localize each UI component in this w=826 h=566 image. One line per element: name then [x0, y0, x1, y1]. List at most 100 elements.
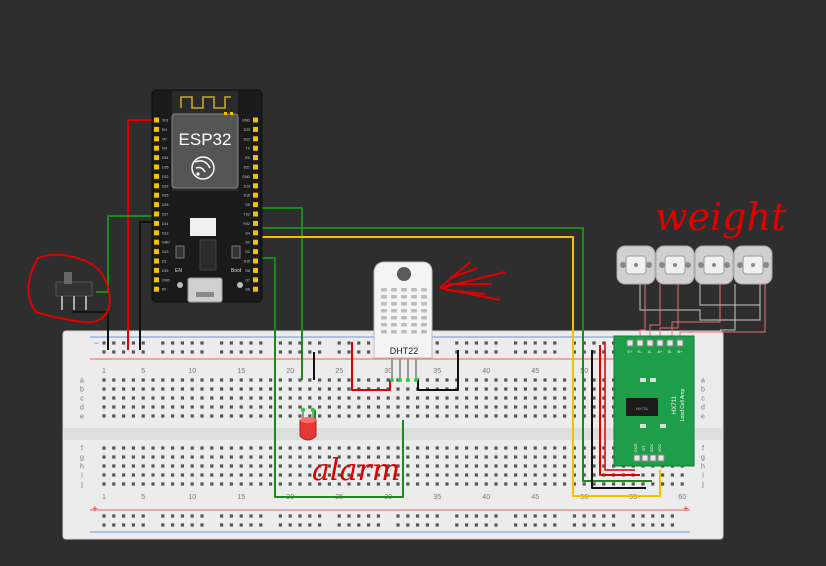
esp32-pin[interactable]: [253, 202, 258, 208]
breadboard-hole[interactable]: [337, 396, 341, 400]
hx711-pin[interactable]: [666, 339, 674, 347]
breadboard-hole[interactable]: [249, 482, 253, 486]
breadboard-hole[interactable]: [259, 405, 263, 409]
breadboard-hole[interactable]: [180, 482, 184, 486]
esp32-pin[interactable]: [154, 239, 159, 245]
breadboard-hole[interactable]: [553, 396, 557, 400]
breadboard-hole[interactable]: [318, 378, 322, 382]
breadboard-hole[interactable]: [151, 414, 155, 418]
breadboard-hole[interactable]: [484, 396, 488, 400]
breadboard-hole[interactable]: [435, 464, 439, 468]
rail-hole[interactable]: [367, 514, 371, 518]
breadboard-hole[interactable]: [220, 378, 224, 382]
breadboard-hole[interactable]: [523, 378, 527, 382]
rail-hole[interactable]: [553, 350, 557, 354]
esp32-pin[interactable]: [253, 220, 258, 226]
hx711-pin[interactable]: [676, 339, 684, 347]
breadboard-hole[interactable]: [465, 396, 469, 400]
breadboard-hole[interactable]: [141, 405, 145, 409]
breadboard-hole[interactable]: [494, 473, 498, 477]
breadboard-hole[interactable]: [465, 473, 469, 477]
breadboard-hole[interactable]: [200, 405, 204, 409]
esp32-pin[interactable]: [253, 126, 258, 132]
breadboard-hole[interactable]: [200, 446, 204, 450]
breadboard-hole[interactable]: [229, 473, 233, 477]
rail-hole[interactable]: [631, 523, 635, 527]
breadboard-hole[interactable]: [455, 482, 459, 486]
rail-hole[interactable]: [661, 523, 665, 527]
rail-hole[interactable]: [612, 523, 616, 527]
rail-hole[interactable]: [347, 523, 351, 527]
breadboard-hole[interactable]: [141, 414, 145, 418]
breadboard-hole[interactable]: [474, 455, 478, 459]
rail-hole[interactable]: [670, 523, 674, 527]
rail-hole[interactable]: [180, 350, 184, 354]
breadboard-hole[interactable]: [190, 414, 194, 418]
breadboard-hole[interactable]: [151, 455, 155, 459]
breadboard-hole[interactable]: [229, 455, 233, 459]
breadboard-hole[interactable]: [269, 405, 273, 409]
rail-hole[interactable]: [239, 350, 243, 354]
breadboard-hole[interactable]: [102, 396, 106, 400]
rail-hole[interactable]: [543, 341, 547, 345]
breadboard-hole[interactable]: [347, 396, 351, 400]
breadboard-hole[interactable]: [269, 473, 273, 477]
breadboard-hole[interactable]: [229, 405, 233, 409]
breadboard-hole[interactable]: [318, 446, 322, 450]
rail-hole[interactable]: [102, 523, 106, 527]
breadboard-hole[interactable]: [171, 455, 175, 459]
rail-hole[interactable]: [514, 341, 518, 345]
rail-hole[interactable]: [523, 350, 527, 354]
rail-hole[interactable]: [416, 523, 420, 527]
breadboard-hole[interactable]: [161, 387, 165, 391]
breadboard-hole[interactable]: [161, 464, 165, 468]
rail-hole[interactable]: [229, 523, 233, 527]
breadboard-hole[interactable]: [425, 473, 429, 477]
breadboard-hole[interactable]: [161, 482, 165, 486]
rail-hole[interactable]: [553, 514, 557, 518]
breadboard-hole[interactable]: [376, 414, 380, 418]
breadboard-hole[interactable]: [200, 464, 204, 468]
breadboard-hole[interactable]: [259, 446, 263, 450]
breadboard-hole[interactable]: [445, 482, 449, 486]
esp32-pin[interactable]: [154, 155, 159, 161]
hx711-pin[interactable]: [641, 454, 649, 462]
rail-hole[interactable]: [406, 523, 410, 527]
breadboard-hole[interactable]: [553, 405, 557, 409]
breadboard-hole[interactable]: [112, 378, 116, 382]
breadboard-hole[interactable]: [171, 396, 175, 400]
breadboard-hole[interactable]: [259, 455, 263, 459]
hx711-pin[interactable]: [626, 339, 634, 347]
breadboard-hole[interactable]: [220, 464, 224, 468]
breadboard-hole[interactable]: [484, 378, 488, 382]
rail-hole[interactable]: [533, 514, 537, 518]
breadboard-hole[interactable]: [523, 482, 527, 486]
breadboard-hole[interactable]: [523, 396, 527, 400]
breadboard-hole[interactable]: [347, 446, 351, 450]
breadboard-hole[interactable]: [278, 482, 282, 486]
rail-hole[interactable]: [484, 523, 488, 527]
esp32-pin[interactable]: [253, 258, 258, 264]
rail-hole[interactable]: [367, 341, 371, 345]
breadboard-hole[interactable]: [200, 378, 204, 382]
breadboard-hole[interactable]: [161, 473, 165, 477]
breadboard-hole[interactable]: [494, 446, 498, 450]
breadboard-hole[interactable]: [259, 414, 263, 418]
breadboard-hole[interactable]: [533, 446, 537, 450]
rail-hole[interactable]: [523, 514, 527, 518]
breadboard-hole[interactable]: [259, 473, 263, 477]
breadboard-hole[interactable]: [298, 387, 302, 391]
breadboard-hole[interactable]: [563, 455, 567, 459]
breadboard-hole[interactable]: [435, 405, 439, 409]
breadboard-hole[interactable]: [141, 455, 145, 459]
breadboard-hole[interactable]: [621, 482, 625, 486]
rail-hole[interactable]: [612, 514, 616, 518]
rail-hole[interactable]: [288, 523, 292, 527]
breadboard-hole[interactable]: [455, 396, 459, 400]
usb-port-icon[interactable]: [187, 277, 223, 303]
load-cell[interactable]: [616, 245, 656, 285]
breadboard-hole[interactable]: [533, 396, 537, 400]
rail-hole[interactable]: [337, 350, 341, 354]
breadboard-hole[interactable]: [406, 387, 410, 391]
breadboard-hole[interactable]: [563, 378, 567, 382]
